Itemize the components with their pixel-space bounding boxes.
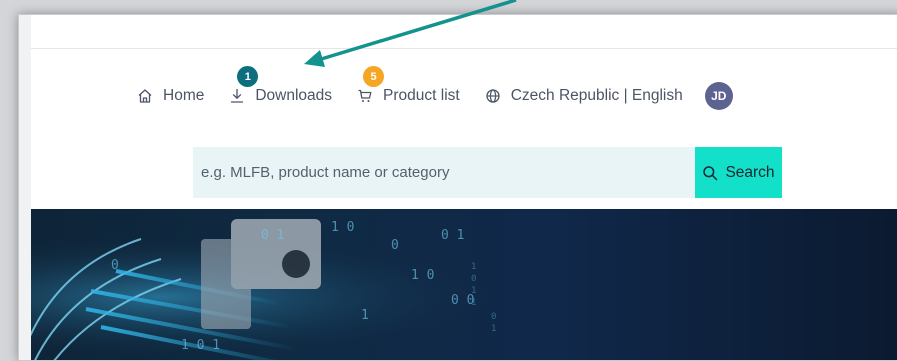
svg-text:0: 0	[111, 258, 119, 273]
left-edge-strip	[19, 15, 31, 360]
search-button[interactable]: Search	[695, 147, 782, 198]
svg-text:1: 1	[471, 286, 476, 296]
hero-banner-image: 0 1 1 0 0 1 0 0 1 0 0 1 1 0 1 0 1 0 1 1 …	[31, 209, 897, 360]
svg-text:1: 1	[491, 324, 496, 334]
nav-item-label: Downloads	[255, 87, 333, 104]
nav-item-label: Czech Republic | English	[510, 87, 683, 104]
svg-text:0 1: 0 1	[441, 228, 464, 243]
downloads-count-badge: 1	[237, 66, 259, 87]
nav-item-region-language[interactable]: Czech Republic | English	[484, 87, 683, 105]
globe-icon	[484, 87, 502, 105]
search-icon	[702, 165, 718, 181]
svg-text:0: 0	[391, 238, 399, 253]
user-avatar[interactable]: JD	[704, 82, 733, 110]
svg-text:0: 0	[491, 312, 496, 322]
svg-text:1: 1	[361, 308, 369, 323]
hero-banner: 0 1 1 0 0 1 0 0 1 0 0 1 1 0 1 0 1 0 1 1 …	[31, 209, 897, 360]
nav-item-label: Home	[163, 87, 205, 104]
svg-text:1: 1	[471, 262, 476, 272]
nav-item-product-list[interactable]: 5 Product list	[356, 66, 460, 105]
svg-text:1: 1	[471, 298, 476, 308]
svg-text:0 1: 0 1	[261, 228, 284, 243]
search-button-label: Search	[725, 163, 775, 181]
home-icon	[136, 87, 154, 105]
search-input[interactable]	[193, 147, 695, 198]
svg-text:0: 0	[471, 274, 476, 284]
nav-item-home[interactable]: Home	[136, 87, 204, 105]
download-icon	[228, 87, 246, 105]
product-list-count-badge: 5	[363, 66, 385, 87]
browser-viewport: Home 1 Downloads 5 Product list Czech Re…	[18, 14, 897, 361]
svg-text:1 0 1: 1 0 1	[181, 338, 220, 353]
svg-text:1 0: 1 0	[411, 268, 434, 283]
header-nav: Home 1 Downloads 5 Product list Czech Re…	[136, 66, 733, 110]
nav-item-downloads[interactable]: 1 Downloads	[228, 66, 333, 105]
cart-icon	[356, 87, 374, 105]
header-divider	[31, 48, 897, 49]
search-bar: Search	[193, 147, 782, 198]
nav-item-label: Product list	[383, 87, 460, 104]
svg-text:1 0: 1 0	[331, 220, 354, 235]
